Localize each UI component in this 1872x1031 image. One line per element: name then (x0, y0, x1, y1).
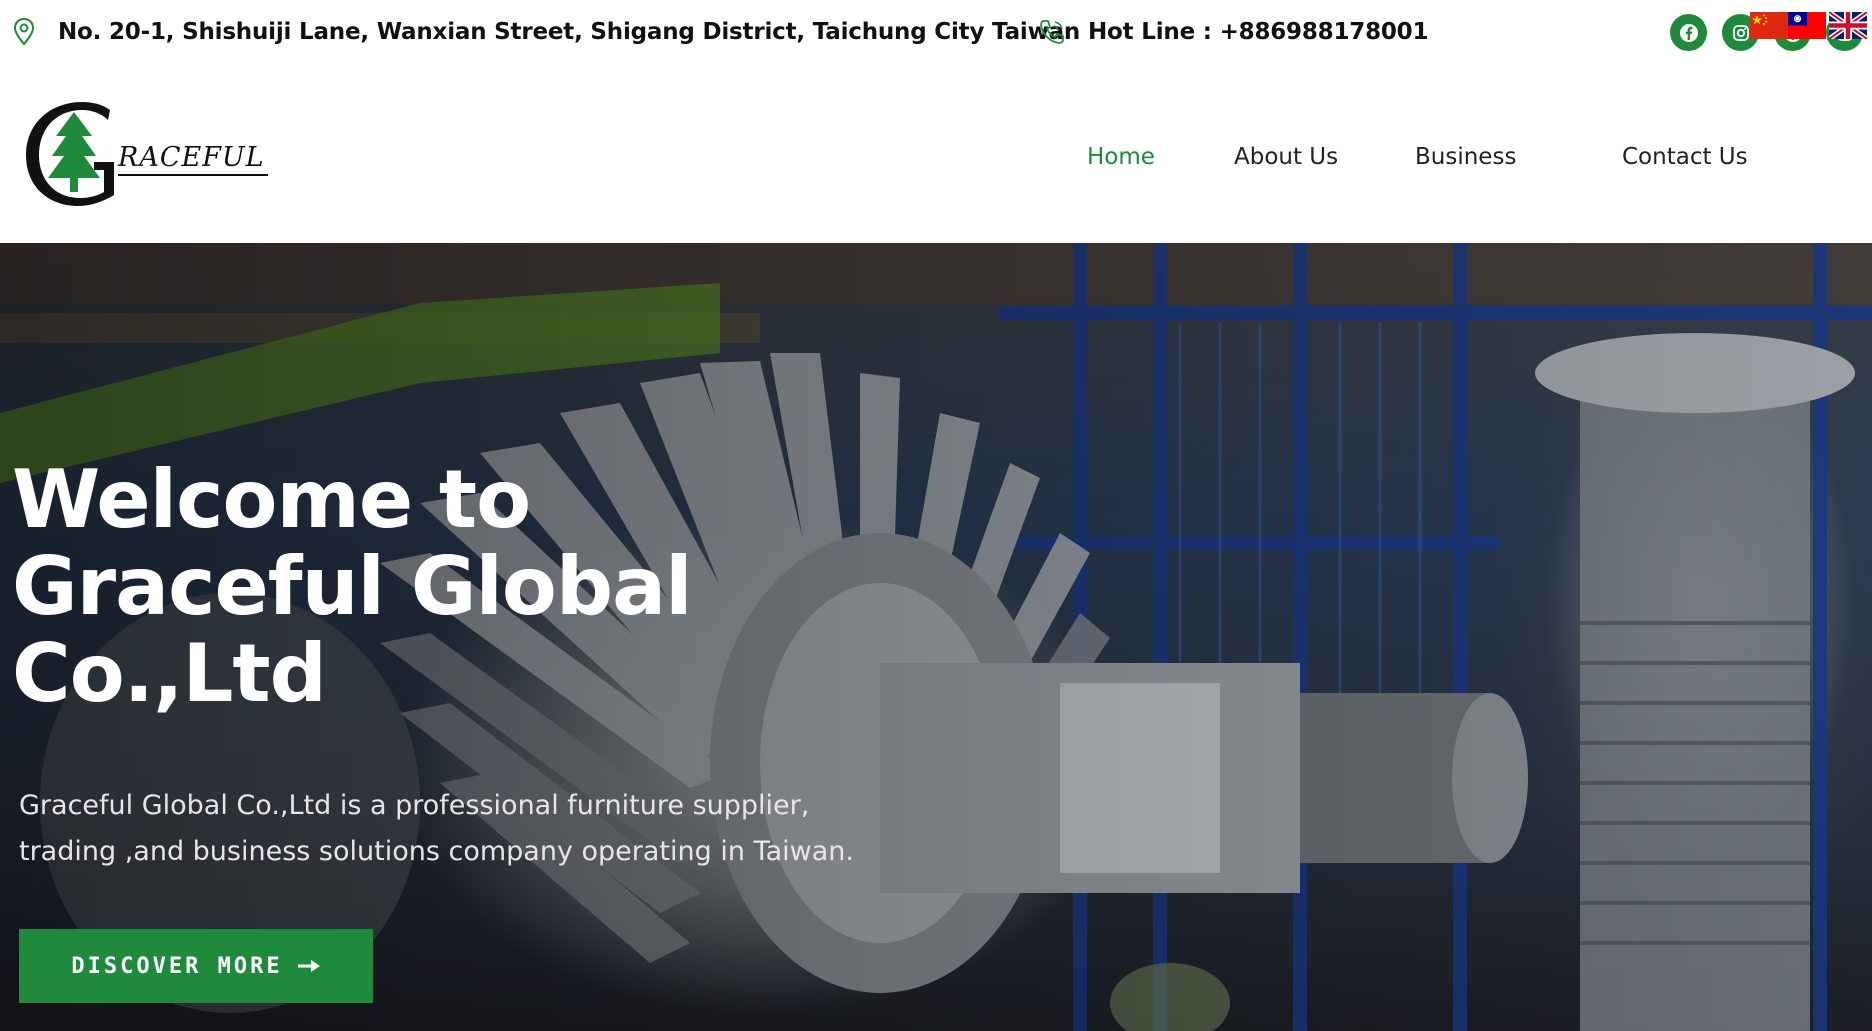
nav-item-business[interactable]: Business (1415, 144, 1516, 170)
nav-item-about-us[interactable]: About Us (1234, 144, 1338, 170)
hero-description-line: trading ,and business solutions company … (19, 836, 854, 867)
hero-title-line: Graceful Global (12, 540, 693, 633)
address-block: No. 20-1, Shishuiji Lane, Wanxian Street… (12, 0, 1080, 64)
map-pin-icon (12, 17, 36, 47)
phone-icon (1038, 18, 1066, 46)
discover-more-label: DISCOVER MORE (71, 953, 283, 979)
address-text: No. 20-1, Shishuiji Lane, Wanxian Street… (58, 19, 1081, 45)
hotline-text: Hot Line : +886988178001 (1088, 19, 1429, 45)
nav-item-contact-us[interactable]: Contact Us (1622, 144, 1748, 170)
facebook-icon[interactable] (1670, 14, 1707, 51)
flag-china-icon[interactable] (1750, 12, 1788, 39)
flag-uk-icon[interactable] (1829, 12, 1867, 39)
hero-banner: Welcome to Graceful Global Co.,Ltd Grace… (0, 243, 1872, 1031)
hero-title-line: Co.,Ltd (12, 627, 327, 720)
top-info-bar: No. 20-1, Shishuiji Lane, Wanxian Street… (0, 0, 1872, 64)
arrow-right-icon (297, 958, 321, 974)
hotline-block[interactable]: Hot Line : +886988178001 (1038, 0, 1428, 64)
nav-item-home[interactable]: Home (1087, 144, 1155, 170)
site-header: RACEFUL Home About Us Business Contact U… (0, 64, 1872, 243)
hero-title: Welcome to Graceful Global Co.,Ltd (12, 456, 812, 717)
hero-description: Graceful Global Co.,Ltd is a professiona… (19, 783, 979, 875)
hero-title-line: Welcome to (12, 453, 531, 546)
flag-taiwan-icon[interactable] (1788, 12, 1826, 39)
discover-more-button[interactable]: DISCOVER MORE (19, 929, 373, 1003)
hero-description-line: Graceful Global Co.,Ltd is a professiona… (19, 790, 810, 821)
main-nav: Home About Us Business Contact Us (0, 64, 1872, 243)
